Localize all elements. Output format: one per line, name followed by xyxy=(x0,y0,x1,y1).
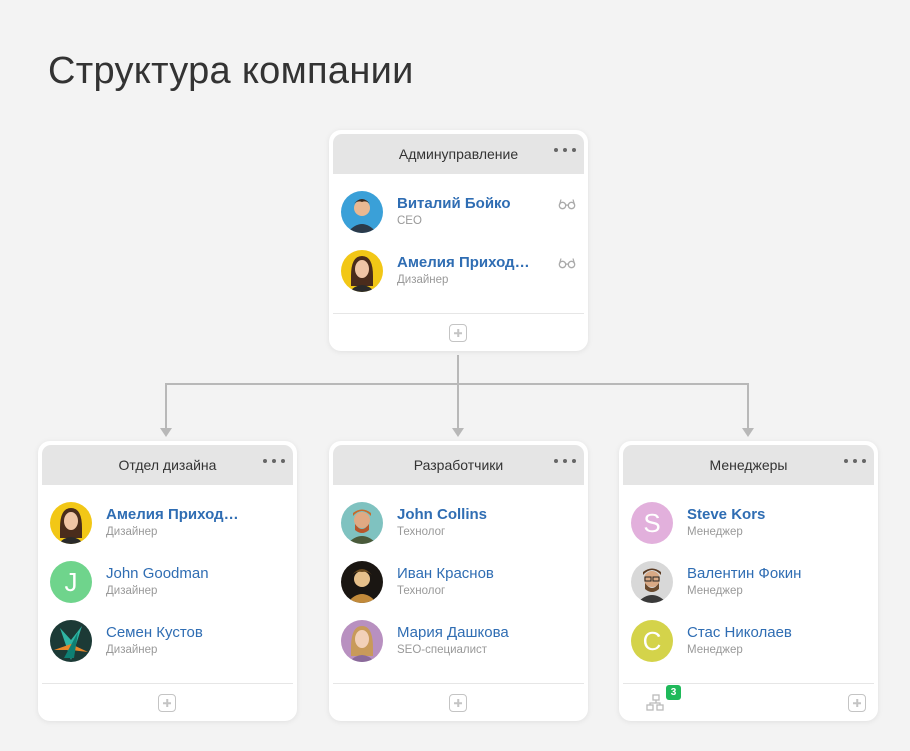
employee-row[interactable]: Иван Краснов Технолог xyxy=(341,559,576,605)
department-title: Разработчики xyxy=(413,457,504,473)
avatar[interactable] xyxy=(341,502,383,544)
more-dots-icon[interactable] xyxy=(844,453,866,469)
employee-row[interactable]: Виталий Бойко CEO xyxy=(341,189,576,235)
employee-name[interactable]: Мария Дашкова xyxy=(397,624,509,642)
subdepartments-badge: 3 xyxy=(666,685,681,700)
employee-row[interactable]: Семен Кустов Дизайнер xyxy=(50,618,285,664)
department-card-dev: Разработчики John Collins Технолог Иван … xyxy=(329,441,588,721)
department-header[interactable]: Отдел дизайна xyxy=(42,445,293,485)
plus-square-icon[interactable] xyxy=(449,694,467,712)
avatar[interactable] xyxy=(631,561,673,603)
employee-role: Дизайнер xyxy=(397,274,449,286)
employee-role: Дизайнер xyxy=(106,526,158,538)
arrow-down-icon xyxy=(452,428,464,437)
more-dots-icon[interactable] xyxy=(263,453,285,469)
department-title: Отдел дизайна xyxy=(118,457,217,473)
connector-line xyxy=(457,383,459,429)
glasses-icon[interactable] xyxy=(558,197,576,213)
avatar[interactable] xyxy=(341,191,383,233)
employee-name[interactable]: Иван Краснов xyxy=(397,565,494,583)
employee-role: CEO xyxy=(397,215,422,227)
avatar[interactable]: C xyxy=(631,620,673,662)
employee-row[interactable]: John Collins Технолог xyxy=(341,500,576,546)
connector-line xyxy=(747,383,749,429)
department-card-admin: Админуправление Виталий Бойко CEO Амелия… xyxy=(329,130,588,351)
connector-line xyxy=(165,383,167,429)
divider xyxy=(333,683,584,684)
avatar-initial: C xyxy=(642,625,662,656)
department-card-design: Отдел дизайна Амелия Приходько Дизайнер … xyxy=(38,441,297,721)
department-title: Менеджеры xyxy=(709,457,788,473)
avatar[interactable] xyxy=(50,620,92,662)
employee-name[interactable]: Семен Кустов xyxy=(106,624,203,642)
employee-row[interactable]: C Стас Николаев Менеджер xyxy=(631,618,866,664)
employee-row[interactable]: Валентин Фокин Менеджер xyxy=(631,559,866,605)
plus-square-icon[interactable] xyxy=(848,694,866,712)
employee-name[interactable]: Виталий Бойко xyxy=(397,195,511,213)
employee-name[interactable]: John Goodman xyxy=(106,565,209,583)
more-dots-icon[interactable] xyxy=(554,142,576,158)
divider xyxy=(333,313,584,314)
employee-row[interactable]: S Steve Kors Менеджер xyxy=(631,500,866,546)
connector-line xyxy=(457,355,459,385)
employee-row[interactable]: J John Goodman Дизайнер xyxy=(50,559,285,605)
employee-row[interactable]: Амелия Приходько Дизайнер xyxy=(341,248,576,294)
department-title: Админуправление xyxy=(398,146,519,162)
employee-name[interactable]: Стас Николаев xyxy=(687,624,792,642)
plus-square-icon[interactable] xyxy=(158,694,176,712)
employee-name[interactable]: Валентин Фокин xyxy=(687,565,801,583)
employee-role: Технолог xyxy=(397,585,446,597)
divider xyxy=(623,683,874,684)
employee-name[interactable]: John Collins xyxy=(397,506,487,524)
employee-role: SEO-специалист xyxy=(397,644,488,656)
arrow-down-icon xyxy=(742,428,754,437)
employee-name[interactable]: Амелия Приходько xyxy=(397,254,537,272)
employee-role: Менеджер xyxy=(687,585,743,597)
divider xyxy=(42,683,293,684)
department-header[interactable]: Менеджеры xyxy=(623,445,874,485)
hierarchy-icon[interactable] xyxy=(646,694,666,717)
employee-role: Дизайнер xyxy=(106,644,158,656)
employee-role: Менеджер xyxy=(687,526,743,538)
arrow-down-icon xyxy=(160,428,172,437)
avatar[interactable]: S xyxy=(631,502,673,544)
employee-role: Дизайнер xyxy=(106,585,158,597)
department-card-managers: Менеджеры S Steve Kors Менеджер Валентин… xyxy=(619,441,878,721)
avatar[interactable] xyxy=(341,620,383,662)
employee-name[interactable]: Амелия Приходько xyxy=(106,506,246,524)
glasses-icon[interactable] xyxy=(558,256,576,272)
employee-role: Технолог xyxy=(397,526,446,538)
department-header[interactable]: Админуправление xyxy=(333,134,584,174)
employee-row[interactable]: Амелия Приходько Дизайнер xyxy=(50,500,285,546)
avatar[interactable] xyxy=(50,502,92,544)
plus-square-icon[interactable] xyxy=(449,324,467,342)
avatar-initial: S xyxy=(643,507,661,538)
avatar[interactable] xyxy=(341,250,383,292)
more-dots-icon[interactable] xyxy=(554,453,576,469)
page-title: Структура компании xyxy=(48,50,414,92)
department-header[interactable]: Разработчики xyxy=(333,445,584,485)
avatar[interactable] xyxy=(341,561,383,603)
employee-name[interactable]: Steve Kors xyxy=(687,506,765,524)
employee-row[interactable]: Мария Дашкова SEO-специалист xyxy=(341,618,576,664)
employee-role: Менеджер xyxy=(687,644,743,656)
avatar-initial: J xyxy=(64,566,78,597)
avatar[interactable]: J xyxy=(50,561,92,603)
